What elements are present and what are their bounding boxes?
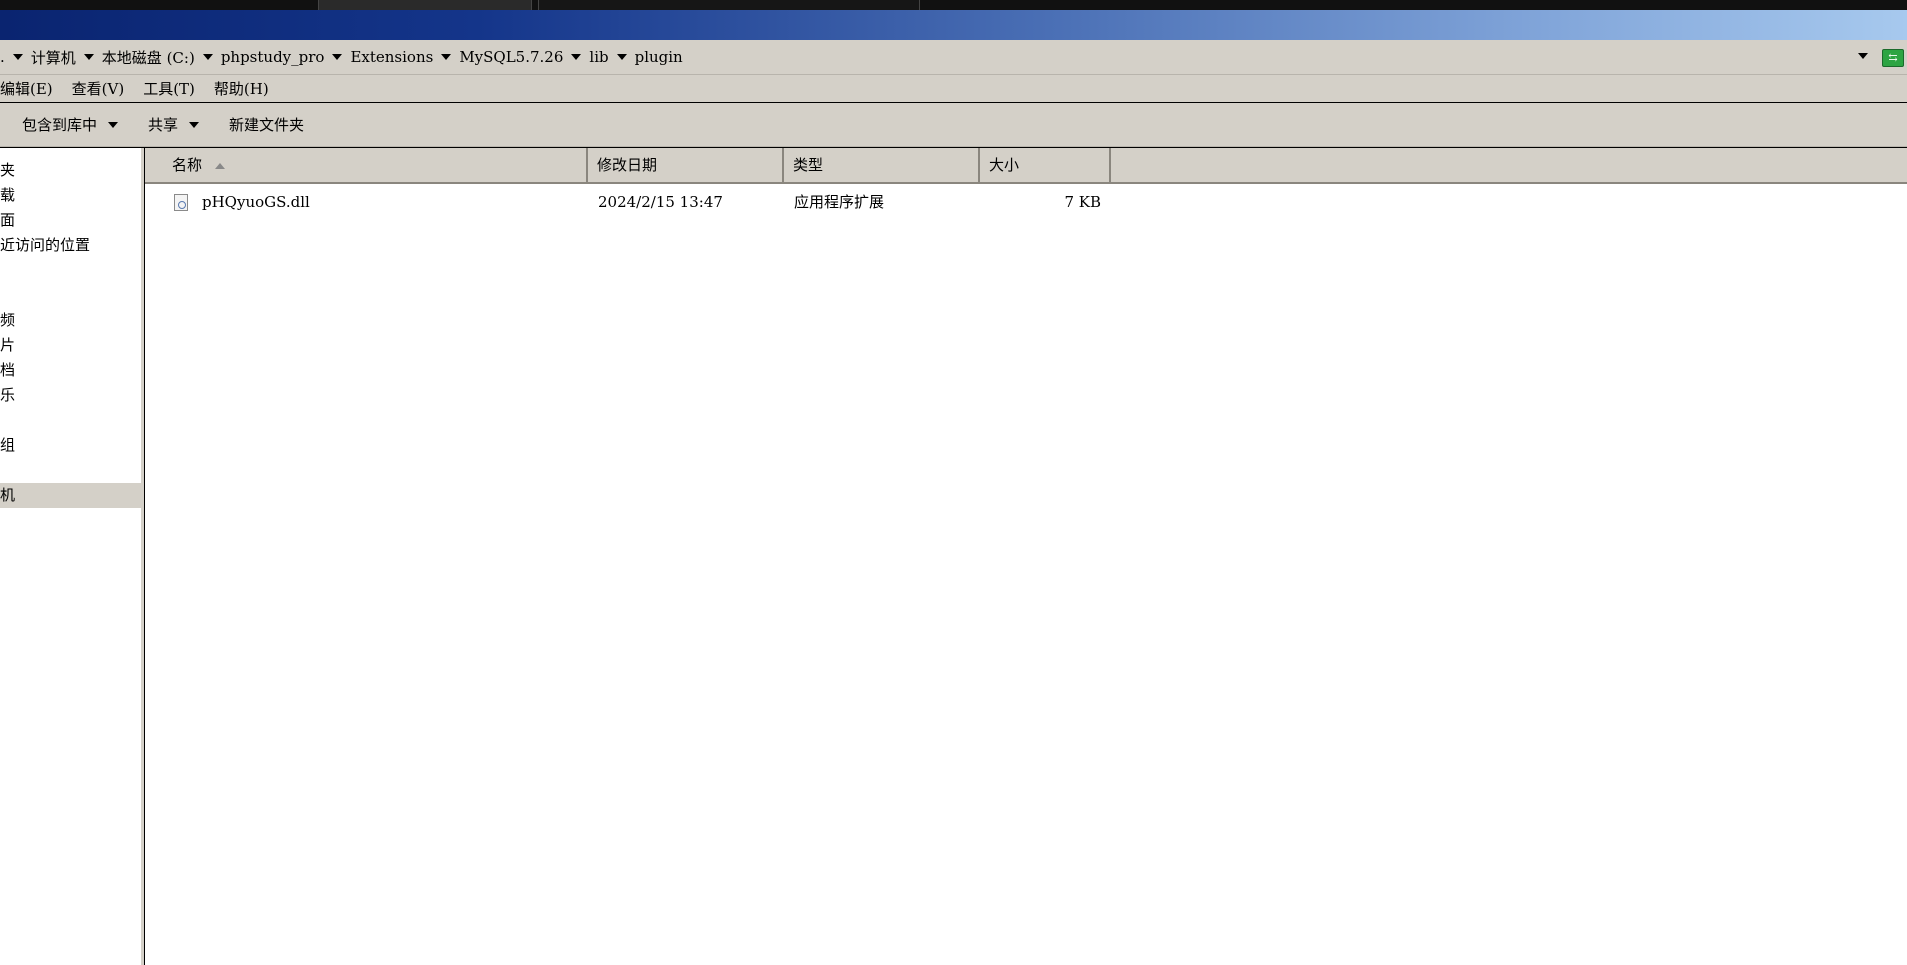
command-toolbar: 包含到库中 共享 新建文件夹 (0, 103, 1907, 147)
chevron-down-icon (189, 121, 200, 128)
column-header-modified[interactable]: 修改日期 (588, 148, 784, 182)
nav-item-homegroup[interactable]: 组 (0, 433, 141, 458)
breadcrumb-computer[interactable]: 计算机 (28, 47, 79, 68)
column-header-modified-label: 修改日期 (597, 156, 658, 174)
column-header-size[interactable]: 大小 (980, 148, 1111, 182)
address-overflow-crumb: . (0, 48, 5, 66)
dll-file-icon (174, 194, 188, 211)
chevron-down-icon[interactable] (571, 54, 582, 60)
refresh-icon[interactable]: ⇆ (1882, 49, 1904, 67)
menu-edit[interactable]: 编辑(E) (0, 78, 53, 99)
column-header-name[interactable]: 名称 (145, 148, 588, 182)
chevron-down-icon[interactable] (83, 54, 94, 60)
chevron-down-icon[interactable] (616, 54, 627, 60)
breadcrumb-extensions[interactable]: Extensions (347, 48, 436, 66)
breadcrumb-plugin[interactable]: plugin (632, 48, 686, 66)
file-size: 7 KB (1064, 193, 1101, 211)
chevron-down-icon[interactable] (441, 54, 452, 60)
file-row[interactable]: pHQyuoGS.dll 2024/2/15 13:47 应用程序扩展 7 KB (145, 189, 1105, 215)
breadcrumb-mysql[interactable]: MySQL5.7.26 (456, 48, 566, 66)
address-history-dropdown-icon[interactable] (1858, 53, 1868, 59)
breadcrumb-local-disk[interactable]: 本地磁盘 (C:) (99, 47, 198, 68)
nav-item-downloads[interactable]: 载 (0, 183, 141, 208)
nav-item-recent-places[interactable]: 近访问的位置 (0, 233, 141, 258)
include-in-library-button[interactable]: 包含到库中 (22, 114, 123, 135)
nav-item-pictures[interactable]: 片 (0, 333, 141, 358)
menu-tools[interactable]: 工具(T) (143, 78, 195, 99)
menu-bar: 编辑(E) 查看(V) 工具(T) 帮助(H) (0, 75, 1907, 102)
taskbar-tab[interactable] (538, 0, 920, 10)
column-header-row: 名称 修改日期 类型 大小 (145, 148, 1907, 184)
chevron-down-icon[interactable] (332, 54, 343, 60)
share-label: 共享 (148, 116, 179, 134)
column-header-name-label: 名称 (172, 156, 203, 174)
taskbar-tab[interactable] (318, 0, 532, 10)
file-name[interactable]: pHQyuoGS.dll (202, 189, 310, 215)
column-header-type-label: 类型 (793, 156, 824, 174)
menu-view[interactable]: 查看(V) (72, 78, 125, 99)
file-list-pane[interactable]: 名称 修改日期 类型 大小 pHQyuoGS.dll 2024/2/15 13:… (145, 148, 1907, 965)
file-modified-date: 2024/2/15 13:47 (598, 193, 723, 211)
share-button[interactable]: 共享 (148, 114, 204, 135)
new-folder-label: 新建文件夹 (229, 116, 305, 134)
breadcrumb-lib[interactable]: lib (586, 48, 611, 66)
window-title-bar[interactable] (0, 10, 1907, 40)
new-folder-button[interactable]: 新建文件夹 (229, 114, 304, 135)
navigation-pane: 夹 载 面 近访问的位置 频 片 档 乐 组 机 (0, 148, 144, 965)
chevron-down-icon (108, 121, 119, 128)
sort-ascending-icon (214, 162, 225, 169)
top-taskbar-strip (0, 0, 1907, 10)
file-type: 应用程序扩展 (794, 193, 885, 211)
address-bar[interactable]: . 计算机 本地磁盘 (C:) phpstudy_pro Extensions … (0, 40, 1907, 75)
chevron-down-icon[interactable] (202, 54, 213, 60)
nav-item-music[interactable]: 乐 (0, 383, 141, 408)
nav-item-documents[interactable]: 档 (0, 358, 141, 383)
chevron-down-icon[interactable] (12, 54, 23, 60)
column-header-size-label: 大小 (989, 156, 1020, 174)
nav-item-videos[interactable]: 频 (0, 308, 141, 333)
column-header-type[interactable]: 类型 (784, 148, 980, 182)
include-in-library-label: 包含到库中 (22, 116, 98, 134)
nav-item-favorites[interactable]: 夹 (0, 158, 141, 183)
menu-help[interactable]: 帮助(H) (214, 78, 269, 99)
nav-item-desktop[interactable]: 面 (0, 208, 141, 233)
nav-item-computer[interactable]: 机 (0, 483, 141, 508)
breadcrumb-phpstudy-pro[interactable]: phpstudy_pro (218, 48, 328, 66)
